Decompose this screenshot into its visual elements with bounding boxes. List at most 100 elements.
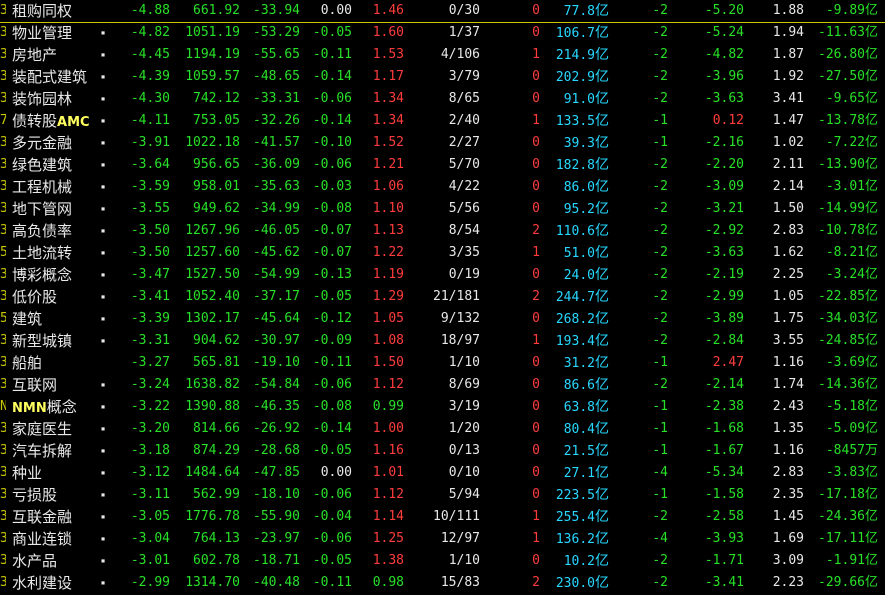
sector-name[interactable]: 商业连锁	[12, 528, 112, 550]
sector-mark-icon: ▪	[100, 380, 106, 389]
change-rank: -1	[652, 355, 668, 370]
volume-ratio: 1.05	[372, 311, 404, 326]
current-points: 1527.50	[185, 267, 240, 282]
sector-name[interactable]: 水利建设	[12, 572, 112, 594]
sector-name[interactable]: 装配式建筑	[12, 66, 112, 88]
table-row[interactable]: 3 互联网 ▪ -3.24 1638.82 -54.84 -0.06 1.12 8/69 0 -2 -…	[0, 374, 885, 396]
table-row[interactable]: 3 装配式建筑 ▪ -4.39 1059.57 -48.65 -0.14 1.17 3/79 0 -…	[0, 66, 885, 88]
table-row[interactable]: 3 租购同权 -4.88 661.92 -33.94 0.00 1.46 0/30 0 -2 -5.…	[0, 0, 885, 23]
up-total-ratio: 1/10	[448, 355, 480, 370]
sector-name[interactable]: 土地流转	[12, 242, 112, 264]
turnover-amount-value: 39.3	[563, 136, 595, 151]
table-row[interactable]: 3 水利建设 ▪ -2.99 1314.70 -40.48 -0.11 0.98 15/83 2 -…	[0, 572, 885, 594]
turnover-amount-unit: 亿	[595, 487, 609, 503]
change-points: -34.99	[253, 201, 300, 216]
table-row[interactable]: 3 绿色建筑 ▪ -3.64 956.65 -36.09 -0.06 1.21 5/70 0 -2 -…	[0, 154, 885, 176]
table-row[interactable]: 5 土地流转 ▪ -3.50 1257.60 -45.62 -0.07 1.22 3/35 1 -2…	[0, 242, 885, 264]
table-row[interactable]: 3 新型城镇 ▪ -3.31 904.62 -30.97 -0.09 1.08 18/97 1 -2…	[0, 330, 885, 352]
sector-name[interactable]: 船舶	[12, 352, 112, 374]
change-rank: -2	[652, 179, 668, 194]
sector-name[interactable]: 绿色建筑	[12, 154, 112, 176]
table-row[interactable]: 3 家庭医生 ▪ -3.20 814.66 -26.92 -0.14 1.00 1/20 0 -1 -…	[0, 418, 885, 440]
sector-name[interactable]: 装饰园林	[12, 88, 112, 110]
turnover-amount-value: 244.7	[555, 290, 595, 305]
sector-name[interactable]: 高负债率	[12, 220, 112, 242]
table-row[interactable]: 3 房地产 ▪ -4.45 1194.19 -55.65 -0.11 1.53 4/106 1 -2…	[0, 44, 885, 66]
leader-change: -5.24	[704, 25, 744, 40]
leader-change: -4.82	[704, 47, 744, 62]
sector-name[interactable]: 债转股AMC	[12, 110, 112, 132]
table-row[interactable]: 3 船舶 -3.27 565.81 -19.10 -0.11 1.50 1/10 0 -1 2.47…	[0, 352, 885, 374]
change-rank: -2	[652, 25, 668, 40]
sector-name[interactable]: 物业管理	[12, 22, 112, 44]
sector-name[interactable]: 家庭医生	[12, 418, 112, 440]
sector-mark-icon: ▪	[100, 424, 106, 433]
turnover-rate: 1.75	[772, 311, 804, 326]
sector-name[interactable]: NMN概念	[12, 396, 112, 418]
turnover-amount-value: 86.6	[563, 378, 595, 393]
volume-ratio: 1.21	[372, 157, 404, 172]
volume-ratio: 1.08	[372, 333, 404, 348]
sector-name[interactable]: 低价股	[12, 286, 112, 308]
turnover-amount-unit: 亿	[595, 3, 609, 19]
turnover-amount-unit: 亿	[595, 201, 609, 217]
turnover-amount: 51.0亿	[545, 242, 609, 264]
table-row[interactable]: 3 工程机械 ▪ -3.59 958.01 -35.63 -0.03 1.06 4/22 0 -2 -…	[0, 176, 885, 198]
sector-name[interactable]: 博彩概念	[12, 264, 112, 286]
table-row[interactable]: 3 低价股 ▪ -3.41 1052.40 -37.17 -0.05 1.29 21/181 2 -…	[0, 286, 885, 308]
sector-name[interactable]: 亏损股	[12, 484, 112, 506]
turnover-amount: 268.2亿	[545, 308, 609, 330]
row-index-marker: 3	[0, 157, 6, 172]
table-row[interactable]: 3 物业管理 ▪ -4.82 1051.19 -53.29 -0.05 1.60 1/37 0 -2…	[0, 22, 885, 44]
sector-name[interactable]: 种业	[12, 462, 112, 484]
limit-up-count: 0	[532, 91, 540, 106]
up-total-ratio: 12/97	[440, 531, 480, 546]
turnover-rate: 1.16	[772, 443, 804, 458]
table-row[interactable]: 3 装饰园林 ▪ -4.30 742.12 -33.31 -0.06 1.34 8/65 0 -2 -…	[0, 88, 885, 110]
table-row[interactable]: 3 水产品 ▪ -3.01 602.78 -18.71 -0.05 1.38 1/10 0 -2 -1…	[0, 550, 885, 572]
table-row[interactable]: 3 汽车拆解 ▪ -3.18 874.29 -28.68 -0.05 1.16 0/13 0 -1 -…	[0, 440, 885, 462]
leader-change: -1.71	[704, 553, 744, 568]
leader-change: 2.47	[712, 355, 744, 370]
turnover-rate: 1.05	[772, 289, 804, 304]
sector-mark-icon: ▪	[100, 72, 106, 81]
leader-change: -2.14	[704, 377, 744, 392]
sector-name[interactable]: 汽车拆解	[12, 440, 112, 462]
sector-mark-icon: ▪	[100, 578, 106, 587]
table-row[interactable]: 5 建筑 ▪ -3.39 1302.17 -45.64 -0.12 1.05 9/132 0 -2 -…	[0, 308, 885, 330]
sector-name[interactable]: 租购同权	[12, 0, 112, 22]
table-row[interactable]: 3 地下管网 ▪ -3.55 949.62 -34.99 -0.08 1.10 5/56 0 -2 -…	[0, 198, 885, 220]
change-points: -28.68	[253, 443, 300, 458]
table-row[interactable]: N NMN概念 ▪ -3.22 1390.88 -46.35 -0.08 0.99 3/19 0-…	[0, 396, 885, 418]
sector-name[interactable]: 工程机械	[12, 176, 112, 198]
sector-name[interactable]: 房地产	[12, 44, 112, 66]
change-percent: -3.20	[130, 421, 170, 436]
turnover-amount: 255.4亿	[545, 506, 609, 528]
table-row[interactable]: 3 博彩概念 ▪ -3.47 1527.50 -54.99 -0.13 1.19 0/19 0 -2…	[0, 264, 885, 286]
sector-name[interactable]: 地下管网	[12, 198, 112, 220]
up-total-ratio: 5/70	[448, 157, 480, 172]
sector-name[interactable]: 水产品	[12, 550, 112, 572]
sector-name[interactable]: 新型城镇	[12, 330, 112, 352]
table-row[interactable]: 3 互联金融 ▪ -3.05 1776.78 -55.90 -0.04 1.14 10/111 1…	[0, 506, 885, 528]
sector-name-text: 多元金融	[12, 134, 73, 152]
row-index-marker: 3	[0, 553, 6, 568]
net-inflow: -9.65亿	[825, 91, 878, 106]
table-row[interactable]: 3 高负债率 ▪ -3.50 1267.96 -46.05 -0.07 1.13 8/54 2 -2…	[0, 220, 885, 242]
sector-name-text: 种业	[12, 464, 43, 482]
table-row[interactable]: 7 债转股AMC ▪ -4.11 753.05 -32.26 -0.14 1.34 2/40 1-…	[0, 110, 885, 132]
turnover-amount: 214.9亿	[545, 44, 609, 66]
sector-name[interactable]: 互联金融	[12, 506, 112, 528]
row-index-marker: 3	[0, 443, 6, 458]
table-row[interactable]: 3 商业连锁 ▪ -3.04 764.13 -23.97 -0.06 1.25 12/97 1 -4…	[0, 528, 885, 550]
sector-name[interactable]: 互联网	[12, 374, 112, 396]
table-row[interactable]: 3 种业 ▪ -3.12 1484.64 -47.85 0.00 1.01 0/10 0 -4 -5.…	[0, 462, 885, 484]
net-inflow: -8457万	[825, 443, 878, 458]
sector-name[interactable]: 建筑	[12, 308, 112, 330]
table-row[interactable]: 3 亏损股 ▪ -3.11 562.99 -18.10 -0.06 1.12 5/94 0 -1 -1…	[0, 484, 885, 506]
turnover-amount-unit: 亿	[595, 421, 609, 437]
leader-change: -1.58	[704, 487, 744, 502]
current-points: 1052.40	[185, 289, 240, 304]
table-row[interactable]: 3 多元金融 ▪ -3.91 1022.18 -41.57 -0.10 1.52 2/27 0 -1…	[0, 132, 885, 154]
sector-name[interactable]: 多元金融	[12, 132, 112, 154]
